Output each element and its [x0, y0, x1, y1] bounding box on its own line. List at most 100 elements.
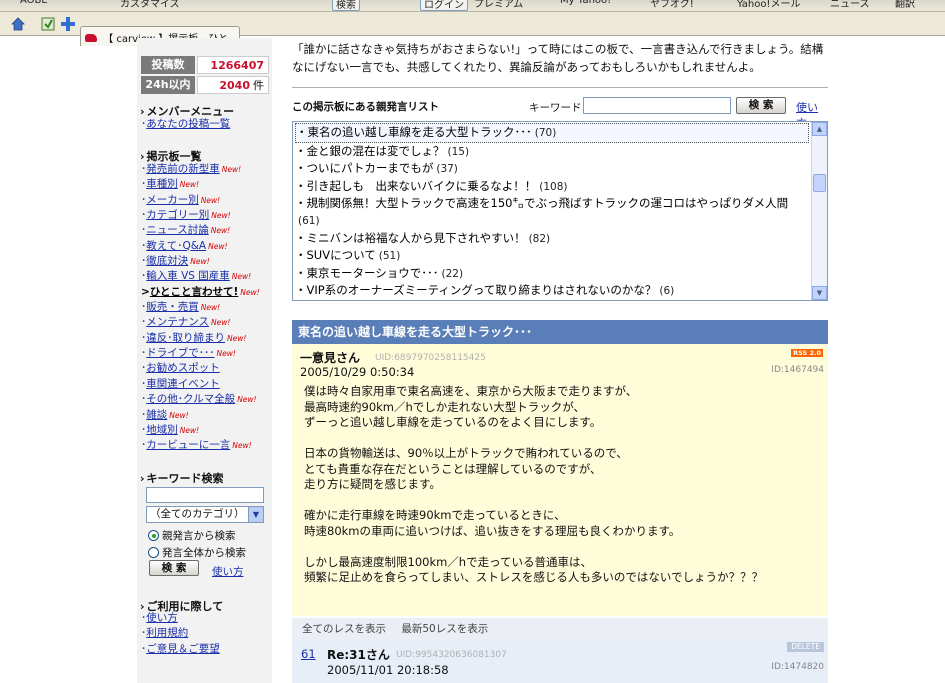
post-uid: UID:6897970258115425 [375, 353, 486, 363]
add-tab-icon[interactable] [60, 16, 76, 32]
new-badge: New! [210, 226, 231, 236]
sidebar-item-board: ･カテゴリー別 New! [141, 208, 271, 223]
board-link[interactable]: ひとこと言わせて! [150, 286, 238, 298]
stat-posts-24h: 24h以内 2040 件 [141, 76, 269, 94]
list-item: ･利用規約 [141, 627, 189, 640]
post-list-item[interactable]: ・ミニバンは裕福な人から見下されやすい！ (82) [295, 230, 809, 248]
scrollbar[interactable]: ▲ ▼ [811, 122, 827, 300]
toolbar-item[interactable]: カスタマイズ [120, 0, 180, 11]
toolbar-item[interactable]: My Yahoo! [560, 0, 611, 11]
post-list-item[interactable]: ・VIP系のオーナーズミーティングって取り締まりはされないのかな？ (6) [295, 282, 809, 300]
board-link[interactable]: 販売・売買 [146, 301, 199, 313]
post-list-item[interactable]: ・SUVについて (51) [295, 247, 809, 265]
keyword-search-input[interactable] [583, 97, 731, 114]
post-title: ・VIP系のオーナーズミーティングって取り締まりはされないのかな？ [295, 283, 657, 298]
reply-number-link[interactable]: 61 [301, 647, 316, 661]
new-badge: New! [200, 303, 221, 313]
board-link[interactable]: 雑談 [146, 409, 167, 421]
toolbar-item[interactable]: AOBE [20, 0, 48, 11]
toolbar-item[interactable]: ヤフオク! [650, 0, 694, 11]
sidebar-item-board: ･ドライブで･･･ New! [141, 346, 271, 361]
board-link[interactable]: カービューに一言 [146, 439, 230, 451]
scroll-down-icon[interactable]: ▼ [812, 286, 827, 300]
home-icon[interactable] [10, 16, 26, 32]
post-list-item[interactable]: ・ついにパトカーまでもが (37) [295, 160, 809, 178]
toolbar-item[interactable]: Yahoo!メール [737, 0, 800, 11]
rss-badge[interactable]: RSS 2.0 [791, 349, 823, 357]
reply-date: 2005/11/01 20:18:58 [327, 663, 449, 677]
search-button[interactable]: 検 索 [736, 97, 786, 114]
list-item: ･ご意見＆ご要望 [141, 642, 220, 655]
keyword-input[interactable] [146, 487, 264, 503]
scroll-up-icon[interactable]: ▲ [812, 122, 827, 136]
new-tab-icon[interactable] [40, 16, 56, 32]
post-list-item[interactable]: ・引き起しも 出来ないバイクに乗るなよ！！ (108) [295, 178, 809, 196]
keyword-label: キーワード [529, 102, 582, 114]
show-latest-50-link[interactable]: 最新50レスを表示 [401, 623, 488, 635]
board-link[interactable]: お勧めスポット [146, 362, 220, 374]
reply-count: (15) [447, 145, 470, 158]
board-link[interactable]: 徹底対決 [146, 255, 188, 267]
car-favicon-icon [85, 34, 97, 42]
post-date: 2005/10/29 0:50:34 [300, 365, 415, 379]
radio-checked-icon[interactable] [148, 530, 159, 541]
post-title: ・東京モーターショウで･･･ [295, 265, 439, 280]
board-link[interactable]: カテゴリー別 [146, 209, 209, 221]
post-list-item[interactable]: ・規制関係無！大型トラックで高速を150㌔でぶっ飛ばすトラックの運コロはやっぱり… [295, 195, 809, 229]
toolbar-search-button[interactable]: 検索 [332, 0, 360, 11]
radio-unchecked-icon[interactable] [148, 547, 159, 558]
radio-all-posts[interactable]: 発言全体から検索 [148, 545, 246, 560]
post-title: ・規制関係無！大型トラックで高速を150㌔でぶっ飛ばすトラックの運コロはやっぱり… [295, 196, 789, 211]
browser-menu-toolbar: AOBE カスタマイズ 検索 ログイン プレミアム My Yahoo! ヤフオク… [0, 0, 945, 12]
chevron-down-icon[interactable]: ▼ [248, 507, 263, 522]
post-list-item[interactable]: ・東名の追い越し車線を走る大型トラック･･･ (70) [295, 123, 809, 143]
reply-count: (82) [528, 232, 551, 245]
new-badge: New! [190, 257, 210, 267]
board-link[interactable]: 発売前の新型車 [146, 163, 220, 175]
feedback-link[interactable]: ご意見＆ご要望 [146, 643, 220, 655]
post-list-item[interactable]: ・東京モーターショウで･･･ (22) [295, 265, 809, 283]
board-link[interactable]: ニュース討論 [146, 224, 208, 236]
post-listbox[interactable]: ・東名の追い越し車線を走る大型トラック･･･ (70) ・金と銀の混在は変でしょ？(… [292, 121, 828, 301]
post-list-item[interactable]: ・WRC車は走る凶器(147) [295, 300, 809, 301]
toolbar-item[interactable]: ニュース [830, 0, 870, 11]
post-list-title: この掲示板にある親発言リスト [292, 101, 439, 113]
board-link[interactable]: 輸入車 VS 国産車 [146, 270, 230, 282]
post-paragraph: 確かに走行車線を時速90kmで走っているときに、 時速80kmの車両に追いつけば… [304, 508, 681, 538]
board-link[interactable]: 違反･取り締まり [146, 332, 225, 344]
new-badge: New! [179, 425, 200, 435]
sidebar-search-button[interactable]: 検 索 [149, 560, 199, 576]
toolbar-login-button[interactable]: ログイン [420, 0, 468, 11]
how-to-use-link[interactable]: 使い方 [146, 612, 178, 624]
toolbar-item[interactable]: プレミアム [474, 0, 523, 11]
board-link[interactable]: その他･クルマ全般 [146, 393, 235, 405]
delete-button[interactable]: DELETE [787, 642, 824, 652]
post-list-item[interactable]: ・金と銀の混在は変でしょ？ (15) [295, 143, 809, 161]
new-badge: New! [237, 395, 257, 405]
board-link[interactable]: 地域別 [146, 424, 178, 436]
new-badge: New! [169, 410, 189, 420]
board-link[interactable]: 車関連イベント [146, 378, 220, 390]
board-link[interactable]: メンテナンス [146, 316, 209, 328]
sidebar-item-board: >ひとこと言わせて! New! [141, 285, 271, 300]
radio-label: 親発言から検索 [162, 530, 236, 542]
radio-parent-only[interactable]: 親発言から検索 [148, 528, 236, 543]
board-link[interactable]: ドライブで･･･ [146, 347, 214, 359]
post-title: ・ミニバンは裕福な人から見下されやすい！ [295, 230, 526, 245]
category-select[interactable]: （全てのカテゴリ） ▼ [146, 506, 264, 523]
new-badge: New! [227, 333, 247, 343]
stat-label: 24h以内 [141, 76, 195, 94]
board-link[interactable]: 教えて･Q&A [146, 240, 206, 252]
post-title: ・SUVについて [295, 248, 376, 263]
scroll-thumb[interactable] [813, 174, 826, 192]
board-link[interactable]: メーカー別 [146, 194, 199, 206]
show-all-replies-link[interactable]: 全てのレスを表示 [302, 623, 386, 635]
my-posts-link[interactable]: あなたの投稿一覧 [146, 118, 230, 130]
main-content: 「誰かに話さなきゃ気持ちがおさまらない!」って時にはこの板で、一言書き込んで行き… [292, 38, 828, 683]
radio-label: 発言全体から検索 [162, 547, 246, 559]
board-link[interactable]: 車種別 [146, 178, 178, 190]
sidebar-usage-link[interactable]: 使い方 [212, 564, 244, 579]
member-menu-list: ･あなたの投稿一覧 [141, 117, 271, 132]
toolbar-item[interactable]: 翻訳 [895, 0, 915, 11]
terms-link[interactable]: 利用規約 [146, 627, 188, 639]
